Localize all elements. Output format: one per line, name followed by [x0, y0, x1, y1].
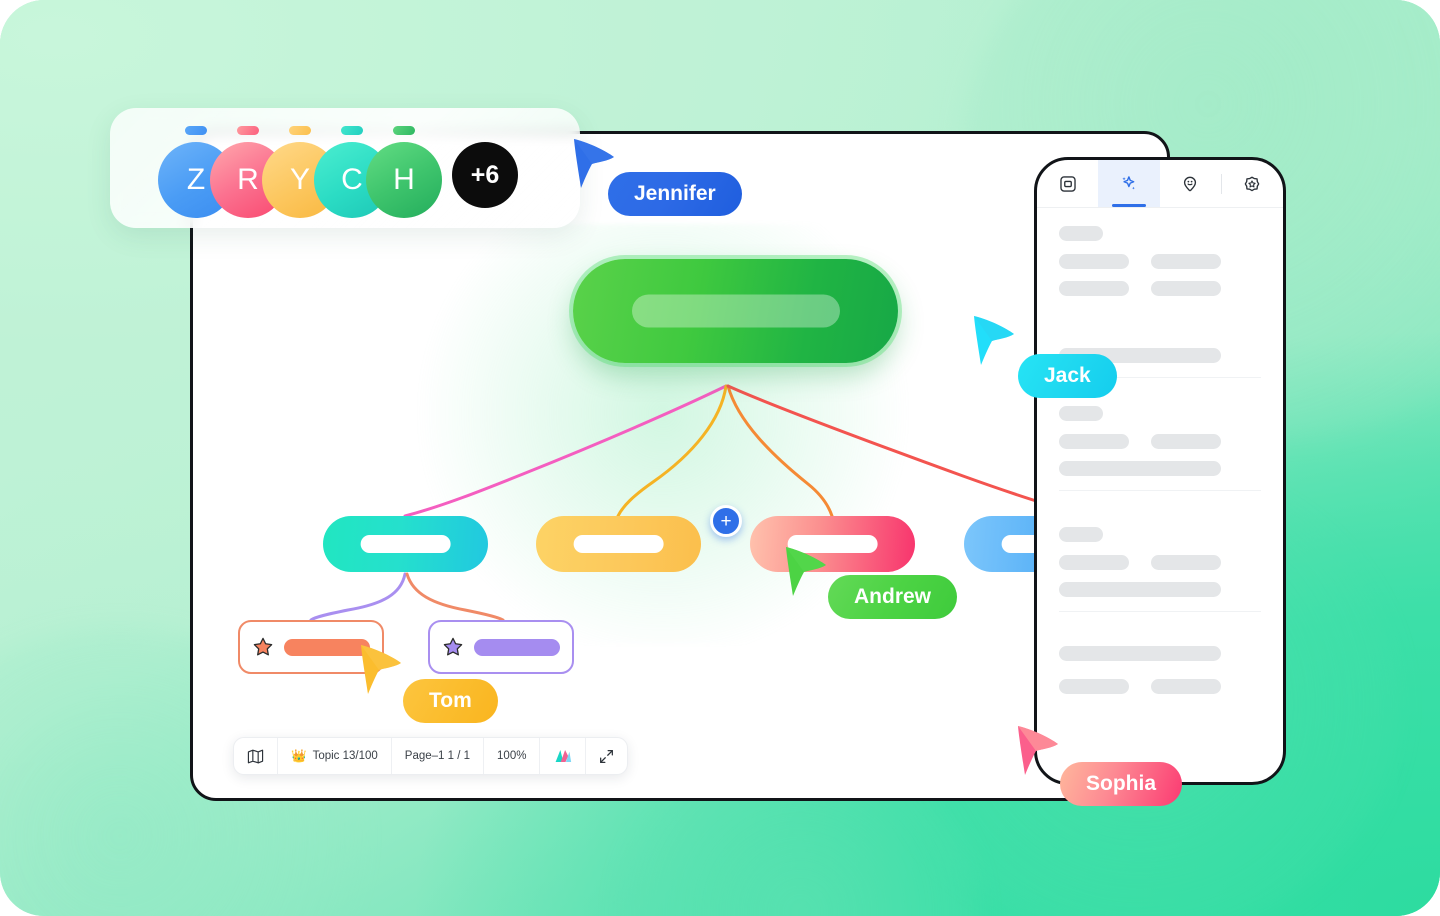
crown-icon: 👑: [291, 748, 307, 763]
skeleton-bar: [1059, 582, 1221, 597]
avatar-status-tag: [341, 126, 363, 135]
fullscreen-icon: [600, 749, 614, 763]
face-pin-icon: [1184, 176, 1197, 191]
avatar-status-tag: [289, 126, 311, 135]
cursor-name-label: Tom: [403, 679, 498, 723]
skeleton-bar: [1059, 555, 1129, 570]
phone-tab-ai[interactable]: [1098, 160, 1160, 207]
skeleton-chip: [1059, 406, 1103, 421]
brand-logo-icon: [556, 749, 572, 763]
skeleton-bar: [1151, 434, 1221, 449]
toolbar-map-button[interactable]: [234, 738, 278, 774]
skeleton-row: [1059, 434, 1261, 449]
mindmap-child-node-2[interactable]: [536, 516, 701, 572]
toolbar-fullscreen-button[interactable]: [586, 738, 627, 774]
skeleton-bar: [1059, 254, 1129, 269]
avatar[interactable]: H: [366, 142, 442, 218]
cursor-name-label: Jack: [1018, 354, 1117, 398]
skeleton-chip: [1059, 226, 1103, 241]
skeleton-bar: [1059, 679, 1129, 694]
flower-badge-icon: [1245, 176, 1260, 191]
connector-lines: [309, 384, 1095, 622]
toolbar-page-selector[interactable]: Page–1 1 / 1: [392, 738, 485, 774]
star-icon: [253, 637, 273, 656]
skeleton-bar: [1059, 434, 1129, 449]
mindmap-child-node-1[interactable]: [323, 516, 488, 572]
avatar-list: Z R Y C H +6: [158, 126, 518, 218]
cursor-arrow-icon: [786, 547, 826, 596]
skeleton-bar: [1151, 679, 1221, 694]
skeleton-group: [1037, 618, 1283, 712]
skeleton-bar: [1059, 646, 1221, 661]
toolbar-topic-counter[interactable]: 👑 Topic 13/100: [278, 738, 392, 774]
mindmap-root-node[interactable]: [573, 259, 898, 363]
mobile-preview-panel[interactable]: [1034, 157, 1286, 785]
skeleton-group: [1037, 384, 1283, 497]
frame-icon: [1059, 175, 1076, 192]
collaborator-avatar-bar: Z R Y C H +6: [110, 108, 580, 228]
skeleton-group: [1037, 208, 1283, 314]
skeleton-row: [1059, 281, 1261, 296]
skeleton-chip: [1059, 527, 1103, 542]
mindmap-board[interactable]: + 👑 Topic 13/100 Page–1 1 / 1 100%: [190, 131, 1170, 801]
phone-tab-frame[interactable]: [1037, 160, 1098, 207]
skeleton-divider: [1059, 611, 1261, 612]
avatar-status-tag: [185, 126, 207, 135]
skeleton-row: [1059, 679, 1261, 694]
avatar-overflow-count[interactable]: +6: [452, 142, 518, 208]
toolbar-topic-label: Topic 13/100: [312, 750, 378, 762]
sparkle-icon: [1122, 176, 1136, 190]
star-icon: [443, 637, 463, 656]
skeleton-bar: [1151, 254, 1221, 269]
cursor-arrow-icon: [1018, 726, 1058, 775]
add-child-node-button[interactable]: +: [710, 505, 742, 537]
skeleton-bar: [1059, 461, 1221, 476]
cursor-name-label: Jennifer: [608, 172, 742, 216]
toolbar-zoom-level[interactable]: 100%: [484, 738, 541, 774]
cursor-name-label: Andrew: [828, 575, 958, 619]
canvas-toolbar[interactable]: 👑 Topic 13/100 Page–1 1 / 1 100%: [233, 737, 629, 775]
skeleton-bar: [1151, 281, 1221, 296]
skeleton-row: [1059, 555, 1261, 570]
phone-tab-bar[interactable]: [1037, 160, 1283, 208]
leaf-text-placeholder: [474, 638, 560, 656]
app-stage: + 👑 Topic 13/100 Page–1 1 / 1 100% Z R Y…: [0, 0, 1440, 916]
phone-tab-badge[interactable]: [1222, 160, 1283, 207]
cursor-arrow-icon: [361, 645, 401, 694]
toolbar-brand-button[interactable]: [540, 738, 587, 774]
skeleton-bar: [1151, 555, 1221, 570]
map-icon: [247, 749, 264, 763]
toolbar-zoom-label: 100%: [497, 750, 527, 762]
avatar-status-tag: [237, 126, 259, 135]
mindmap-leaf-card-2[interactable]: [428, 620, 574, 674]
cursor-name-label: Sophia: [1060, 762, 1183, 806]
skeleton-bar: [1059, 281, 1129, 296]
toolbar-page-label: Page–1 1 / 1: [404, 750, 471, 762]
avatar-status-tag: [393, 126, 415, 135]
skeleton-group: [1037, 497, 1283, 618]
phone-tab-pin[interactable]: [1160, 160, 1221, 207]
skeleton-row: [1059, 254, 1261, 269]
phone-content[interactable]: [1037, 208, 1283, 712]
cursor-arrow-icon: [974, 316, 1014, 365]
avatar-item[interactable]: H: [366, 126, 442, 218]
skeleton-divider: [1059, 490, 1261, 491]
mindmap-canvas[interactable]: + 👑 Topic 13/100 Page–1 1 / 1 100%: [193, 134, 1167, 798]
